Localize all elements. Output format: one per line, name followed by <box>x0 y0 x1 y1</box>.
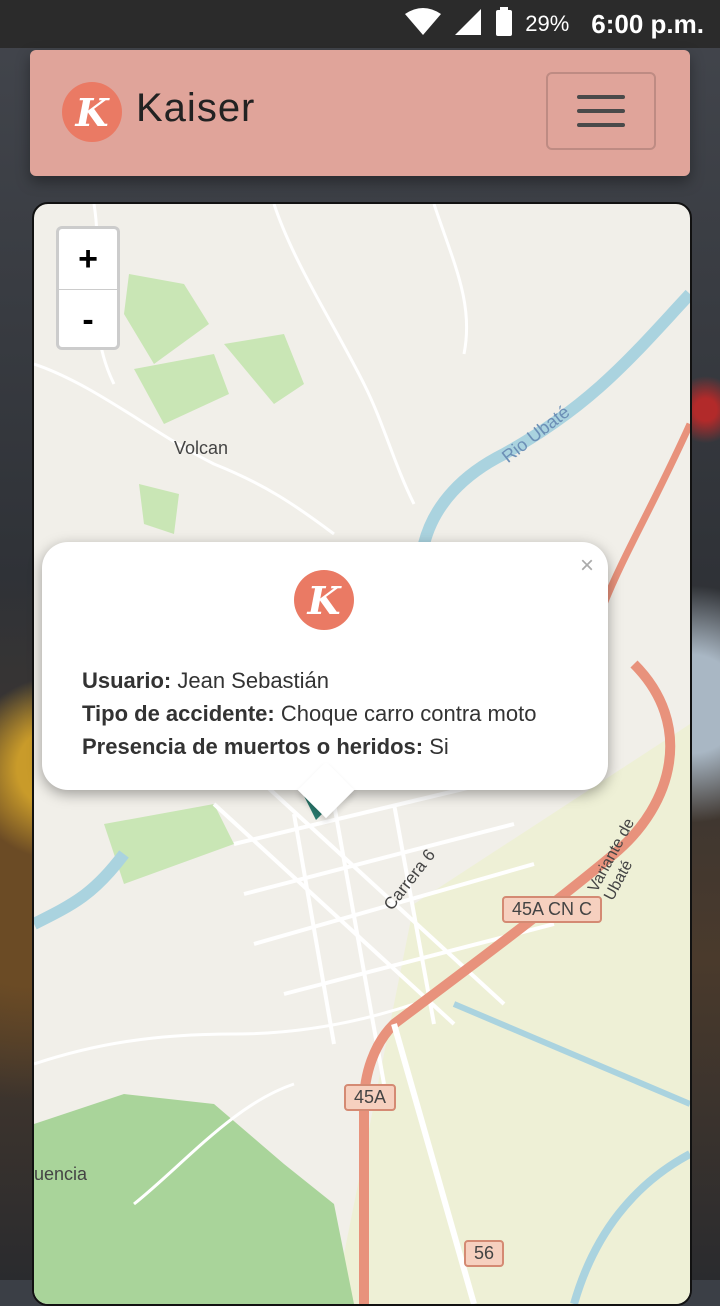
type-label: Tipo de accidente: <box>82 701 275 726</box>
status-bar: 29% 6:00 p.m. <box>0 0 720 48</box>
menu-toggle-button[interactable] <box>546 72 656 150</box>
dead-label: Presencia de muertos o heridos: <box>82 734 424 759</box>
battery-percent: 29% <box>525 11 570 36</box>
zoom-control: + - <box>56 226 120 350</box>
hamburger-icon <box>577 95 625 99</box>
type-value: Choque carro contra moto <box>274 701 537 726</box>
label-fuquene: uencia <box>34 1164 88 1184</box>
brand-logo[interactable]: K <box>62 82 122 142</box>
user-label: Usuario: <box>82 668 172 693</box>
label-volcan: Volcan <box>174 438 229 458</box>
marker-popup: × K Usuario: Jean Sebastián Tipo de acci… <box>42 542 608 819</box>
navbar: K Kaiser <box>30 50 690 176</box>
road-shield: 45A <box>344 1084 397 1111</box>
user-value: Jean Sebastián <box>171 668 330 693</box>
wifi-icon <box>405 7 442 41</box>
zoom-in-button[interactable]: + <box>59 229 117 290</box>
road-shield: 56 <box>464 1240 505 1267</box>
clock: 6:00 p.m. <box>591 8 704 39</box>
popup-content: Usuario: Jean Sebastián Tipo de accident… <box>82 664 536 763</box>
popup-type-row: Tipo de accidente: Choque carro contra m… <box>82 697 536 730</box>
popup-dead-row: Presencia de muertos o heridos: Si <box>82 730 536 763</box>
signal-icon <box>453 7 483 42</box>
popup-user-row: Usuario: Jean Sebastián <box>82 664 536 697</box>
battery-icon <box>495 6 513 42</box>
close-icon[interactable]: × <box>580 552 594 580</box>
zoom-out-button[interactable]: - <box>59 290 117 347</box>
dead-value: Si <box>423 734 449 759</box>
road-shield: 45A CN C <box>502 896 603 923</box>
popup-logo: K <box>294 570 354 630</box>
brand-name[interactable]: Kaiser <box>136 86 255 131</box>
